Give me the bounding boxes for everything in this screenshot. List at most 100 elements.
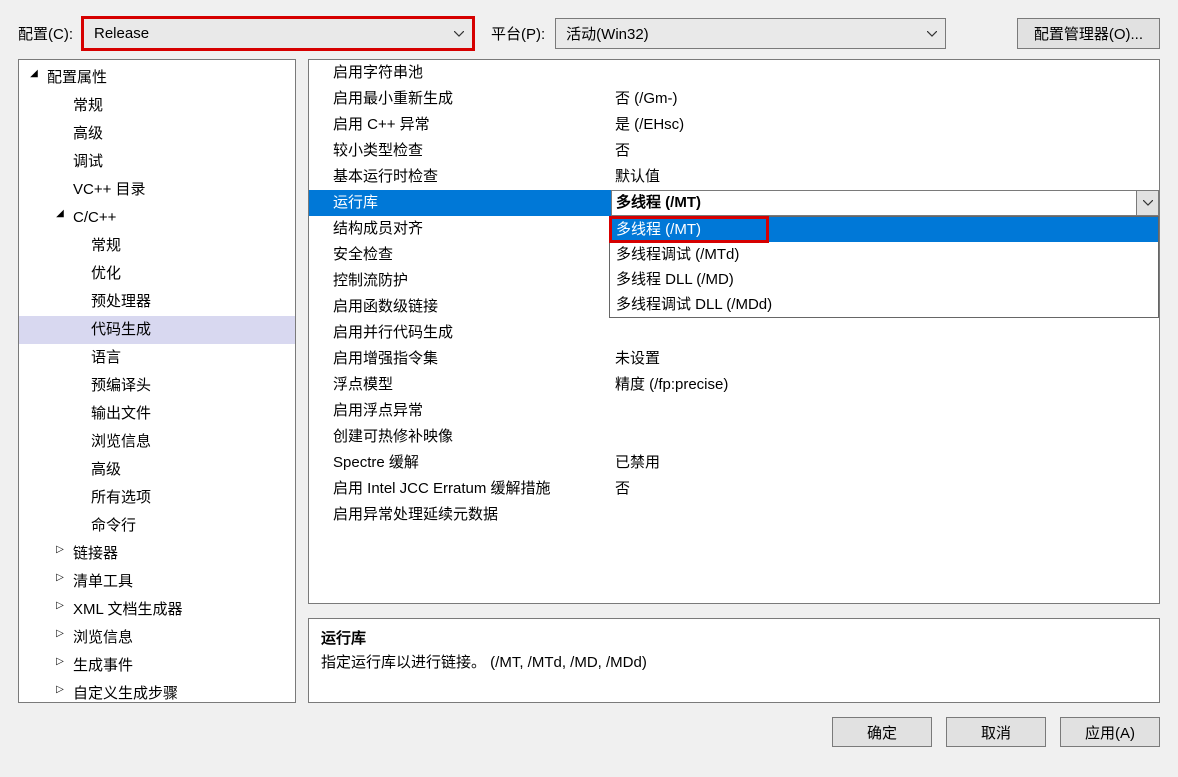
tree-item-label: 预处理器 (91, 293, 151, 310)
property-row[interactable]: 启用 Intel JCC Erratum 缓解措施否 (309, 476, 1159, 502)
property-row[interactable]: 浮点模型精度 (/fp:precise) (309, 372, 1159, 398)
tree-item-label: 配置属性 (47, 69, 107, 86)
property-value-editor[interactable]: 多线程 (/MT) (611, 190, 1159, 216)
ok-button[interactable]: 确定 (832, 717, 932, 747)
tree-item-cpp-child[interactable]: 高级 (19, 456, 295, 484)
tree-root[interactable]: ◢配置属性 (19, 64, 295, 92)
property-row[interactable]: Spectre 缓解已禁用 (309, 450, 1159, 476)
property-value: 已禁用 (611, 450, 1159, 476)
tree-item-label: 浏览信息 (73, 629, 133, 646)
tree-item[interactable]: ▷链接器 (19, 540, 295, 568)
platform-value: 活动(Win32) (566, 23, 649, 44)
dropdown-toggle-button[interactable] (1136, 191, 1158, 215)
tree-item[interactable]: 调试 (19, 148, 295, 176)
property-key: 基本运行时检查 (309, 164, 611, 190)
tree-item[interactable]: VC++ 目录 (19, 176, 295, 204)
property-key: 浮点模型 (309, 372, 611, 398)
tree-item[interactable]: 常规 (19, 92, 295, 120)
property-value (611, 320, 1159, 346)
platform-combo[interactable]: 活动(Win32) (555, 18, 946, 49)
property-value (611, 424, 1159, 450)
tree-arrow-icon: ▷ (53, 543, 67, 557)
property-row[interactable]: 运行库多线程 (/MT) (309, 190, 1159, 216)
tree-item-label: 高级 (91, 461, 121, 478)
tree-arrow-icon: ▷ (53, 683, 67, 697)
dropdown-option[interactable]: 多线程 DLL (/MD) (610, 267, 1158, 292)
property-value: 精度 (/fp:precise) (611, 372, 1159, 398)
tree-item-cpp-child[interactable]: 优化 (19, 260, 295, 288)
tree-item-cpp-child[interactable]: 常规 (19, 232, 295, 260)
tree-item-cpp-child[interactable]: 命令行 (19, 512, 295, 540)
apply-button[interactable]: 应用(A) (1060, 717, 1160, 747)
tree-item-cpp-child[interactable]: 所有选项 (19, 484, 295, 512)
property-row[interactable]: 启用最小重新生成否 (/Gm-) (309, 86, 1159, 112)
tree-item[interactable]: 高级 (19, 120, 295, 148)
description-text: 指定运行库以进行链接。 (/MT, /MTd, /MD, /MDd) (321, 651, 1147, 672)
config-manager-label: 配置管理器(O)... (1034, 23, 1143, 44)
property-key: 结构成员对齐 (309, 216, 611, 242)
property-row[interactable]: 启用浮点异常 (309, 398, 1159, 424)
dropdown-option[interactable]: 多线程 (/MT) (610, 217, 1158, 242)
property-row[interactable]: 基本运行时检查默认值 (309, 164, 1159, 190)
bottom-bar: 确定 取消 应用(A) (0, 703, 1178, 761)
tree-item-cpp-child[interactable]: 代码生成 (19, 316, 295, 344)
apply-label: 应用(A) (1085, 722, 1135, 743)
property-row[interactable]: 启用 C++ 异常是 (/EHsc) (309, 112, 1159, 138)
property-key: 启用异常处理延续元数据 (309, 502, 611, 528)
property-row[interactable]: 启用并行代码生成 (309, 320, 1159, 346)
tree-item-cpp-child[interactable]: 预处理器 (19, 288, 295, 316)
tree-item-cpp-child[interactable]: 预编译头 (19, 372, 295, 400)
tree-item-cpp-child[interactable]: 浏览信息 (19, 428, 295, 456)
tree-item-label: 自定义生成步骤 (73, 685, 178, 702)
tree-item-cpp-child[interactable]: 输出文件 (19, 400, 295, 428)
property-key: 较小类型检查 (309, 138, 611, 164)
property-value: 默认值 (611, 164, 1159, 190)
tree-item-label: XML 文档生成器 (73, 601, 182, 618)
tree-item[interactable]: ▷清单工具 (19, 568, 295, 596)
tree-item-label: 高级 (73, 125, 103, 142)
property-value: 否 (611, 138, 1159, 164)
property-row[interactable]: 启用增强指令集未设置 (309, 346, 1159, 372)
tree-arrow-icon: ▷ (53, 655, 67, 669)
cancel-label: 取消 (981, 722, 1011, 743)
properties-grid[interactable]: 启用字符串池启用最小重新生成否 (/Gm-)启用 C++ 异常是 (/EHsc)… (308, 59, 1160, 604)
tree-item[interactable]: ▷ 自定义生成步骤 (19, 680, 295, 703)
chevron-down-icon (925, 27, 939, 41)
tree-arrow-icon: ▷ (53, 599, 67, 613)
tree-item-label: 语言 (91, 349, 121, 366)
property-key: 启用字符串池 (309, 60, 611, 86)
runtime-library-dropdown[interactable]: 多线程 (/MT)多线程调试 (/MTd)多线程 DLL (/MD)多线程调试 … (609, 216, 1159, 318)
property-value: 否 (/Gm-) (611, 86, 1159, 112)
main: ◢配置属性常规高级调试VC++ 目录◢C/C++常规优化预处理器代码生成语言预编… (0, 59, 1178, 703)
cancel-button[interactable]: 取消 (946, 717, 1046, 747)
config-value: Release (94, 25, 149, 42)
property-key: 创建可热修补映像 (309, 424, 611, 450)
dropdown-option[interactable]: 多线程调试 DLL (/MDd) (610, 292, 1158, 317)
property-row[interactable]: 较小类型检查否 (309, 138, 1159, 164)
tree-item[interactable]: ▷浏览信息 (19, 624, 295, 652)
property-value (611, 60, 1159, 86)
property-key: 控制流防护 (309, 268, 611, 294)
tree-item-cpp[interactable]: ◢C/C++ (19, 204, 295, 232)
property-value: 未设置 (611, 346, 1159, 372)
tree-item-label: 浏览信息 (91, 433, 151, 450)
tree: ◢配置属性常规高级调试VC++ 目录◢C/C++常规优化预处理器代码生成语言预编… (19, 60, 295, 703)
topbar: 配置(C): Release 平台(P): 活动(Win32) 配置管理器(O)… (0, 0, 1178, 59)
ok-label: 确定 (867, 722, 897, 743)
tree-item-label: 清单工具 (73, 573, 133, 590)
tree-item[interactable]: ▷ XML 文档生成器 (19, 596, 295, 624)
config-label: 配置(C): (18, 23, 73, 44)
dropdown-option[interactable]: 多线程调试 (/MTd) (610, 242, 1158, 267)
tree-item-cpp-child[interactable]: 语言 (19, 344, 295, 372)
property-row[interactable]: 启用异常处理延续元数据 (309, 502, 1159, 528)
config-manager-button[interactable]: 配置管理器(O)... (1017, 18, 1160, 49)
tree-item[interactable]: ▷生成事件 (19, 652, 295, 680)
chevron-down-icon (452, 27, 466, 41)
property-value: 是 (/EHsc) (611, 112, 1159, 138)
property-row[interactable]: 启用字符串池 (309, 60, 1159, 86)
tree-panel[interactable]: ◢配置属性常规高级调试VC++ 目录◢C/C++常规优化预处理器代码生成语言预编… (18, 59, 296, 703)
config-combo[interactable]: Release (83, 18, 473, 49)
tree-item-label: 代码生成 (91, 321, 151, 338)
property-row[interactable]: 创建可热修补映像 (309, 424, 1159, 450)
property-key: 启用 C++ 异常 (309, 112, 611, 138)
